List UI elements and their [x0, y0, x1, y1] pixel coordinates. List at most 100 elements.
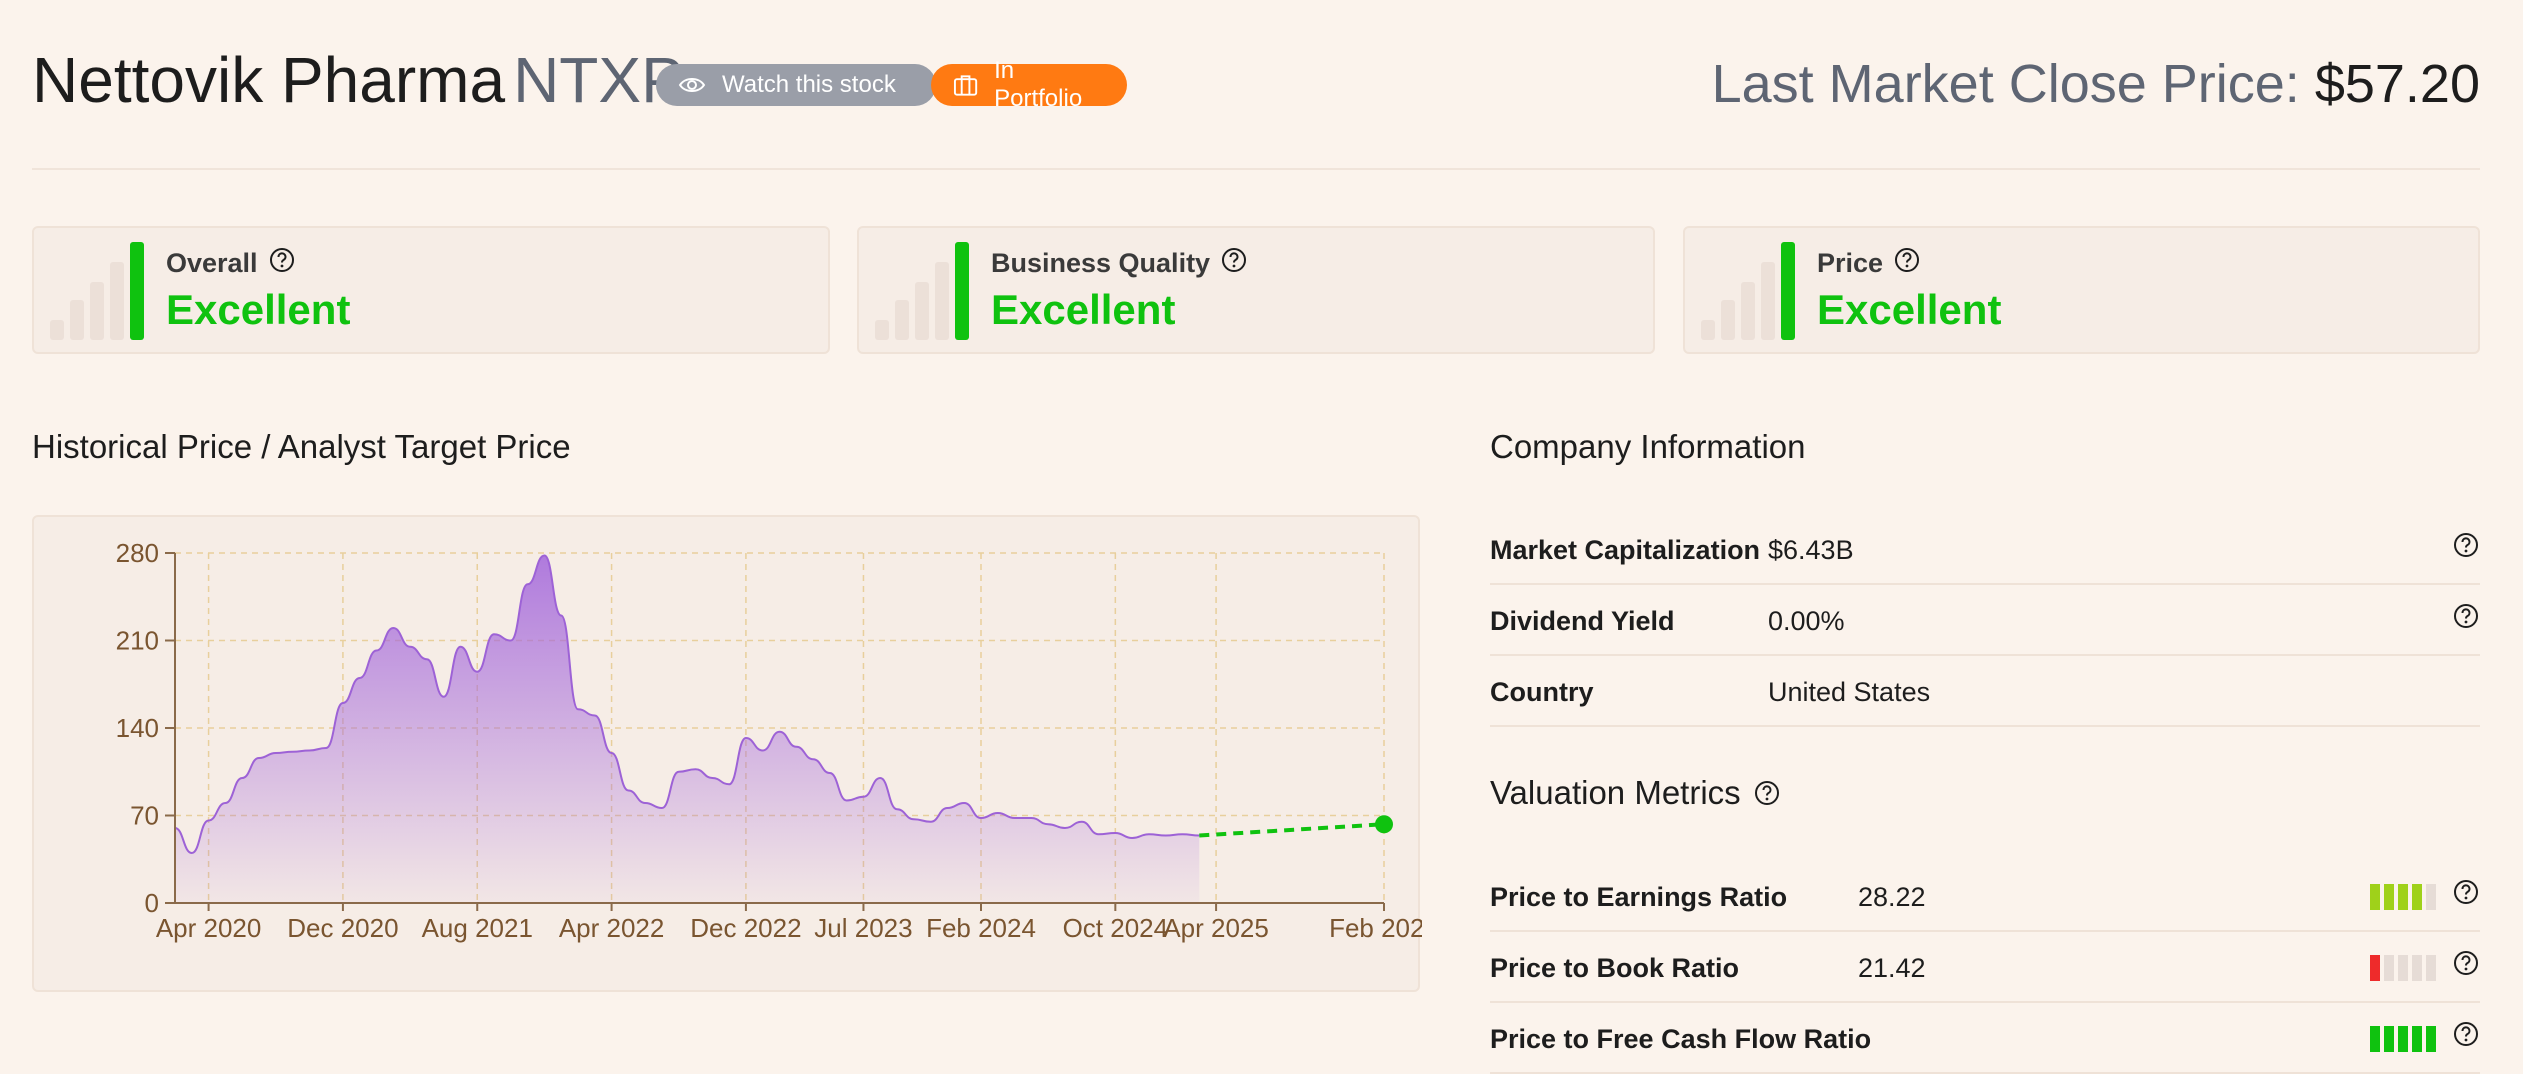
- info-value: 0.00%: [1768, 606, 1845, 636]
- target-price-line: [1199, 822, 1385, 838]
- metric-value: 28.22: [1858, 882, 1926, 912]
- rating-card: Business Quality Excellent: [857, 226, 1655, 354]
- question-circle-icon[interactable]: [1893, 246, 1921, 274]
- rating-value: Excellent: [991, 286, 1176, 333]
- metric-score-meter: [2370, 884, 2436, 910]
- rating-level-bar: [1781, 242, 1795, 340]
- metric-label: Price to Free Cash Flow Ratio: [1490, 1024, 1872, 1054]
- x-tick-label: Apr 2025: [1163, 913, 1269, 943]
- valuation-metric-row: Price to Earnings Ratio 28.22: [1490, 862, 2480, 932]
- score-segment: [2398, 955, 2408, 981]
- rating-meter: [875, 242, 975, 340]
- last-close-value: $57.20: [2314, 54, 2480, 114]
- question-circle-icon[interactable]: [1753, 779, 1781, 807]
- page-title: Nettovik Pharma NTXP: [32, 40, 684, 120]
- info-label: Market Capitalization: [1490, 535, 1761, 565]
- company-info-row: Dividend Yield 0.00%: [1490, 586, 2480, 656]
- y-tick-label: 140: [116, 713, 159, 743]
- rating-level-bar: [110, 262, 124, 340]
- metric-score-meter: [2370, 955, 2436, 981]
- company-name: Nettovik Pharma: [32, 44, 506, 116]
- question-circle-icon[interactable]: [2452, 531, 2480, 559]
- watch-stock-label: Watch this stock: [722, 71, 896, 98]
- briefcase-icon: [953, 75, 978, 96]
- price-chart: 070140210280Apr 2020 Dec 2020 Aug 2021 Apr …: [116, 538, 1422, 943]
- x-tick-label: Oct 2024: [1063, 913, 1169, 943]
- rating-level-bar: [1761, 262, 1775, 340]
- rating-label: Business Quality: [991, 246, 1248, 281]
- x-tick-label: Jul 2023: [814, 913, 912, 943]
- score-segment: [2384, 955, 2394, 981]
- question-circle-icon[interactable]: [2452, 878, 2480, 906]
- x-tick-label: Aug 2021: [422, 913, 533, 943]
- score-segment: [2370, 955, 2380, 981]
- target-price-point: [1375, 815, 1393, 834]
- y-tick-label: 70: [130, 801, 159, 831]
- rating-level-bar: [895, 300, 909, 340]
- rating-meter: [50, 242, 150, 340]
- header-divider: [32, 168, 2480, 170]
- score-segment: [2398, 884, 2408, 910]
- in-portfolio-label: In Portfolio: [994, 57, 1083, 112]
- rating-label-text: Overall: [166, 248, 258, 278]
- company-info-title: Company Information: [1490, 428, 1806, 465]
- y-tick-label: 280: [116, 538, 159, 568]
- info-label: Dividend Yield: [1490, 606, 1675, 636]
- rating-level-bar: [90, 282, 104, 340]
- metric-label: Price to Earnings Ratio: [1490, 882, 1788, 912]
- info-value: United States: [1768, 677, 1931, 707]
- rating-level-bar: [875, 320, 889, 340]
- eye-icon: [678, 78, 706, 92]
- x-tick-label: Dec 2022: [690, 913, 801, 943]
- rating-level-bar: [130, 242, 144, 340]
- question-circle-icon[interactable]: [268, 246, 296, 274]
- rating-card: Price Excellent: [1683, 226, 2480, 354]
- rating-level-bar: [935, 262, 949, 340]
- watch-stock-button[interactable]: Watch this stock: [656, 64, 936, 106]
- company-info-row: Country United States: [1490, 657, 2480, 727]
- x-tick-label: Apr 2022: [559, 913, 665, 943]
- question-circle-icon[interactable]: [2452, 949, 2480, 977]
- score-segment: [2384, 884, 2394, 910]
- rating-level-bar: [915, 282, 929, 340]
- rating-meter: [1701, 242, 1801, 340]
- page-header: Nettovik Pharma NTXP Watch this stock In …: [32, 40, 2480, 120]
- rating-level-bar: [70, 300, 84, 340]
- x-tick-label: Feb 2026: [1329, 913, 1422, 943]
- last-close-price: Last Market Close Price: $57.20: [1712, 54, 2480, 114]
- rating-level-bar: [955, 242, 969, 340]
- rating-label-text: Business Quality: [991, 248, 1211, 278]
- question-circle-icon[interactable]: [2452, 1020, 2480, 1048]
- x-tick-label: Dec 2020: [287, 913, 398, 943]
- price-chart-panel: 0 70 140 210 280 Apr 2020 Dec 2020 Aug 2021 Apr …: [32, 515, 1422, 992]
- score-segment: [2412, 955, 2422, 981]
- chart-section-title: Historical Price / Analyst Target Price: [32, 428, 571, 465]
- rating-label: Overall: [166, 246, 296, 281]
- score-segment: [2426, 884, 2436, 910]
- score-segment: [2370, 884, 2380, 910]
- score-segment: [2426, 955, 2436, 981]
- rating-card: Overall Excellent: [32, 226, 830, 354]
- metric-label: Price to Book Ratio: [1490, 953, 1740, 983]
- last-close-label: Last Market Close Price:: [1711, 54, 2300, 114]
- score-segment: [2412, 884, 2422, 910]
- x-tick-label: Apr 2020: [156, 913, 262, 943]
- info-value: $6.43B: [1768, 535, 1854, 565]
- rating-label: Price: [1817, 246, 1921, 281]
- rating-value: Excellent: [166, 286, 351, 333]
- price-area: [175, 555, 1200, 903]
- rating-level-bar: [1721, 300, 1735, 340]
- x-tick-label: Feb 2024: [926, 913, 1036, 943]
- metric-value: 21.42: [1858, 953, 1926, 983]
- rating-level-bar: [1701, 320, 1715, 340]
- rating-level-bar: [1741, 282, 1755, 340]
- rating-value: Excellent: [1817, 286, 2002, 333]
- question-circle-icon[interactable]: [2452, 602, 2480, 630]
- info-label: Country: [1490, 677, 1594, 707]
- question-circle-icon[interactable]: [1220, 246, 1248, 274]
- valuation-metric-row: Price to Free Cash Flow Ratio: [1490, 1004, 2480, 1074]
- valuation-metric-row: Price to Book Ratio 21.42: [1490, 933, 2480, 1003]
- company-info-row: Market Capitalization $6.43B: [1490, 515, 2480, 585]
- in-portfolio-button[interactable]: In Portfolio: [931, 57, 1127, 112]
- valuation-metrics-label: Valuation Metrics: [1490, 774, 1741, 811]
